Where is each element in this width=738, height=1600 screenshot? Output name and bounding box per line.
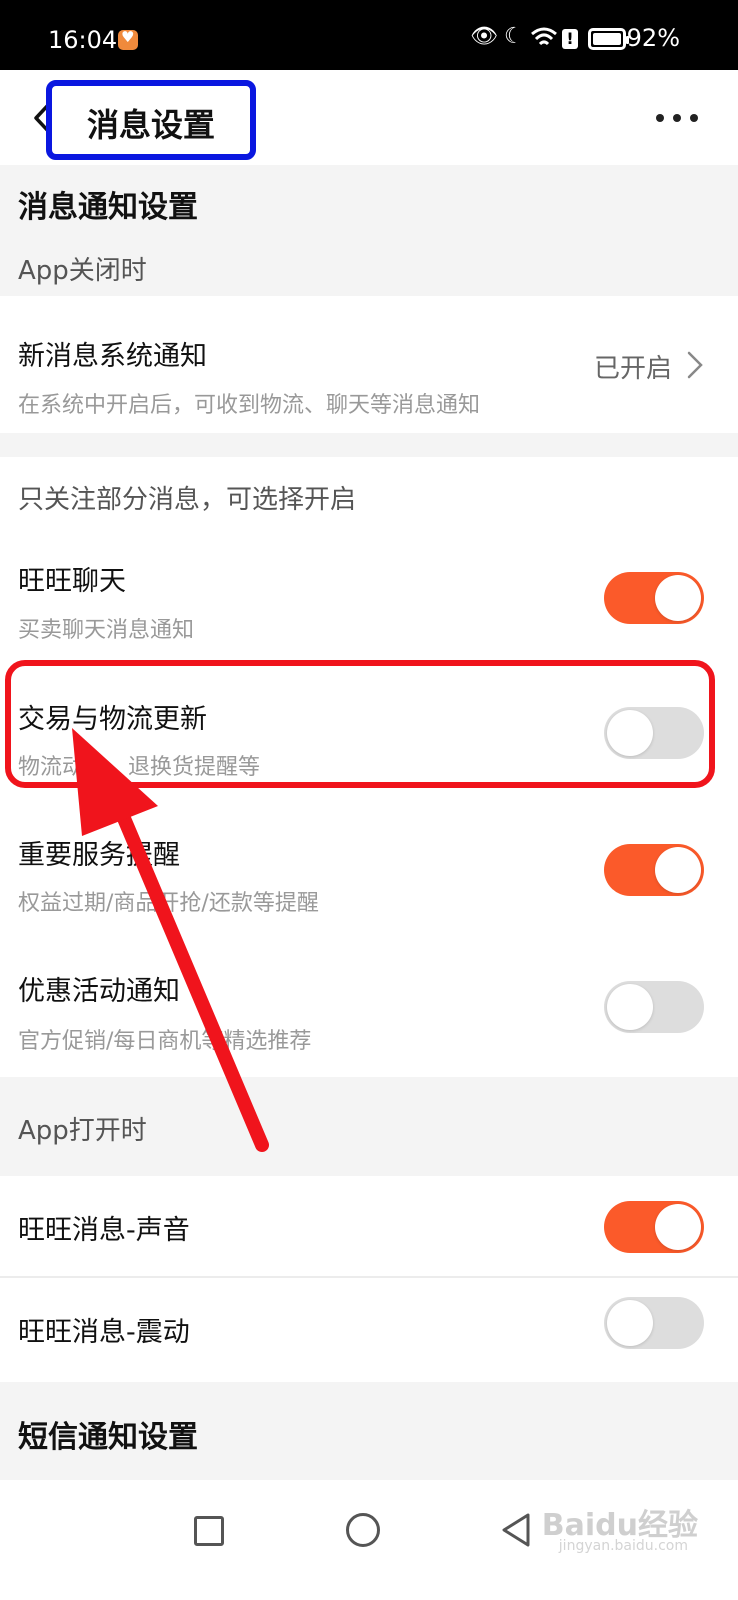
title-highlight-box: 消息设置 <box>46 80 256 160</box>
app-notification-icon <box>118 28 138 50</box>
toggle-switch[interactable] <box>604 844 704 896</box>
system-notify-row[interactable]: 新消息系统通知 在系统中开启后，可收到物流、聊天等消息通知 已开启 <box>0 296 738 433</box>
group-label-app-closed: App关闭时 <box>18 256 147 286</box>
row-subtitle: 在系统中开启后，可收到物流、聊天等消息通知 <box>18 393 481 418</box>
alert-icon: ! <box>562 29 578 49</box>
divider <box>0 1276 738 1278</box>
row-title: 旺旺消息-震动 <box>18 1317 190 1348</box>
row-title: 新消息系统通知 <box>18 341 207 372</box>
toggle-switch[interactable] <box>604 1201 704 1253</box>
row-subtitle: 买卖聊天消息通知 <box>18 618 195 643</box>
row-title: 优惠活动通知 <box>18 976 180 1007</box>
row-title: 重要服务提醒 <box>18 840 180 871</box>
home-icon[interactable] <box>346 1513 380 1547</box>
row-subtitle: 权益过期/商品开抢/还款等提醒 <box>18 891 319 916</box>
recent-apps-icon[interactable] <box>194 1516 224 1546</box>
row-title: 旺旺消息-声音 <box>18 1215 190 1246</box>
page-title: 消息设置 <box>86 106 215 144</box>
watermark-url: jingyan.baidu.com <box>558 1538 688 1554</box>
highlight-box <box>5 660 715 788</box>
group-label-app-open: App打开时 <box>18 1116 147 1146</box>
row-title: 旺旺聊天 <box>18 566 126 597</box>
system-nav-bar: Baidu经验 jingyan.baidu.com <box>0 1480 738 1600</box>
battery-icon <box>588 28 629 50</box>
battery-percent: 92% <box>626 24 680 52</box>
nav-back-icon[interactable] <box>500 1512 532 1548</box>
toggle-switch[interactable] <box>604 572 704 624</box>
group-label-partial: 只关注部分消息，可选择开启 <box>18 485 357 515</box>
row-subtitle: 官方促销/每日商机等精选推荐 <box>18 1029 312 1054</box>
more-dots-icon[interactable] <box>656 114 698 122</box>
chevron-right-icon <box>687 351 703 379</box>
toggle-switch[interactable] <box>604 981 704 1033</box>
status-value: 已开启 <box>593 354 672 384</box>
section-title-notifications: 消息通知设置 <box>18 190 198 225</box>
app-open-card: 旺旺消息-声音 旺旺消息-震动 <box>0 1176 738 1382</box>
section-title-sms: 短信通知设置 <box>18 1420 198 1455</box>
status-time: 16:04 <box>48 26 118 54</box>
eye-icon: 👁 <box>470 24 498 49</box>
header: 消息设置 <box>0 70 738 165</box>
toggle-switch[interactable] <box>604 1297 704 1349</box>
wifi-icon <box>531 27 557 46</box>
status-bar: 16:04 👁 ☾ ! 92% <box>0 0 738 70</box>
moon-icon: ☾ <box>504 24 524 49</box>
